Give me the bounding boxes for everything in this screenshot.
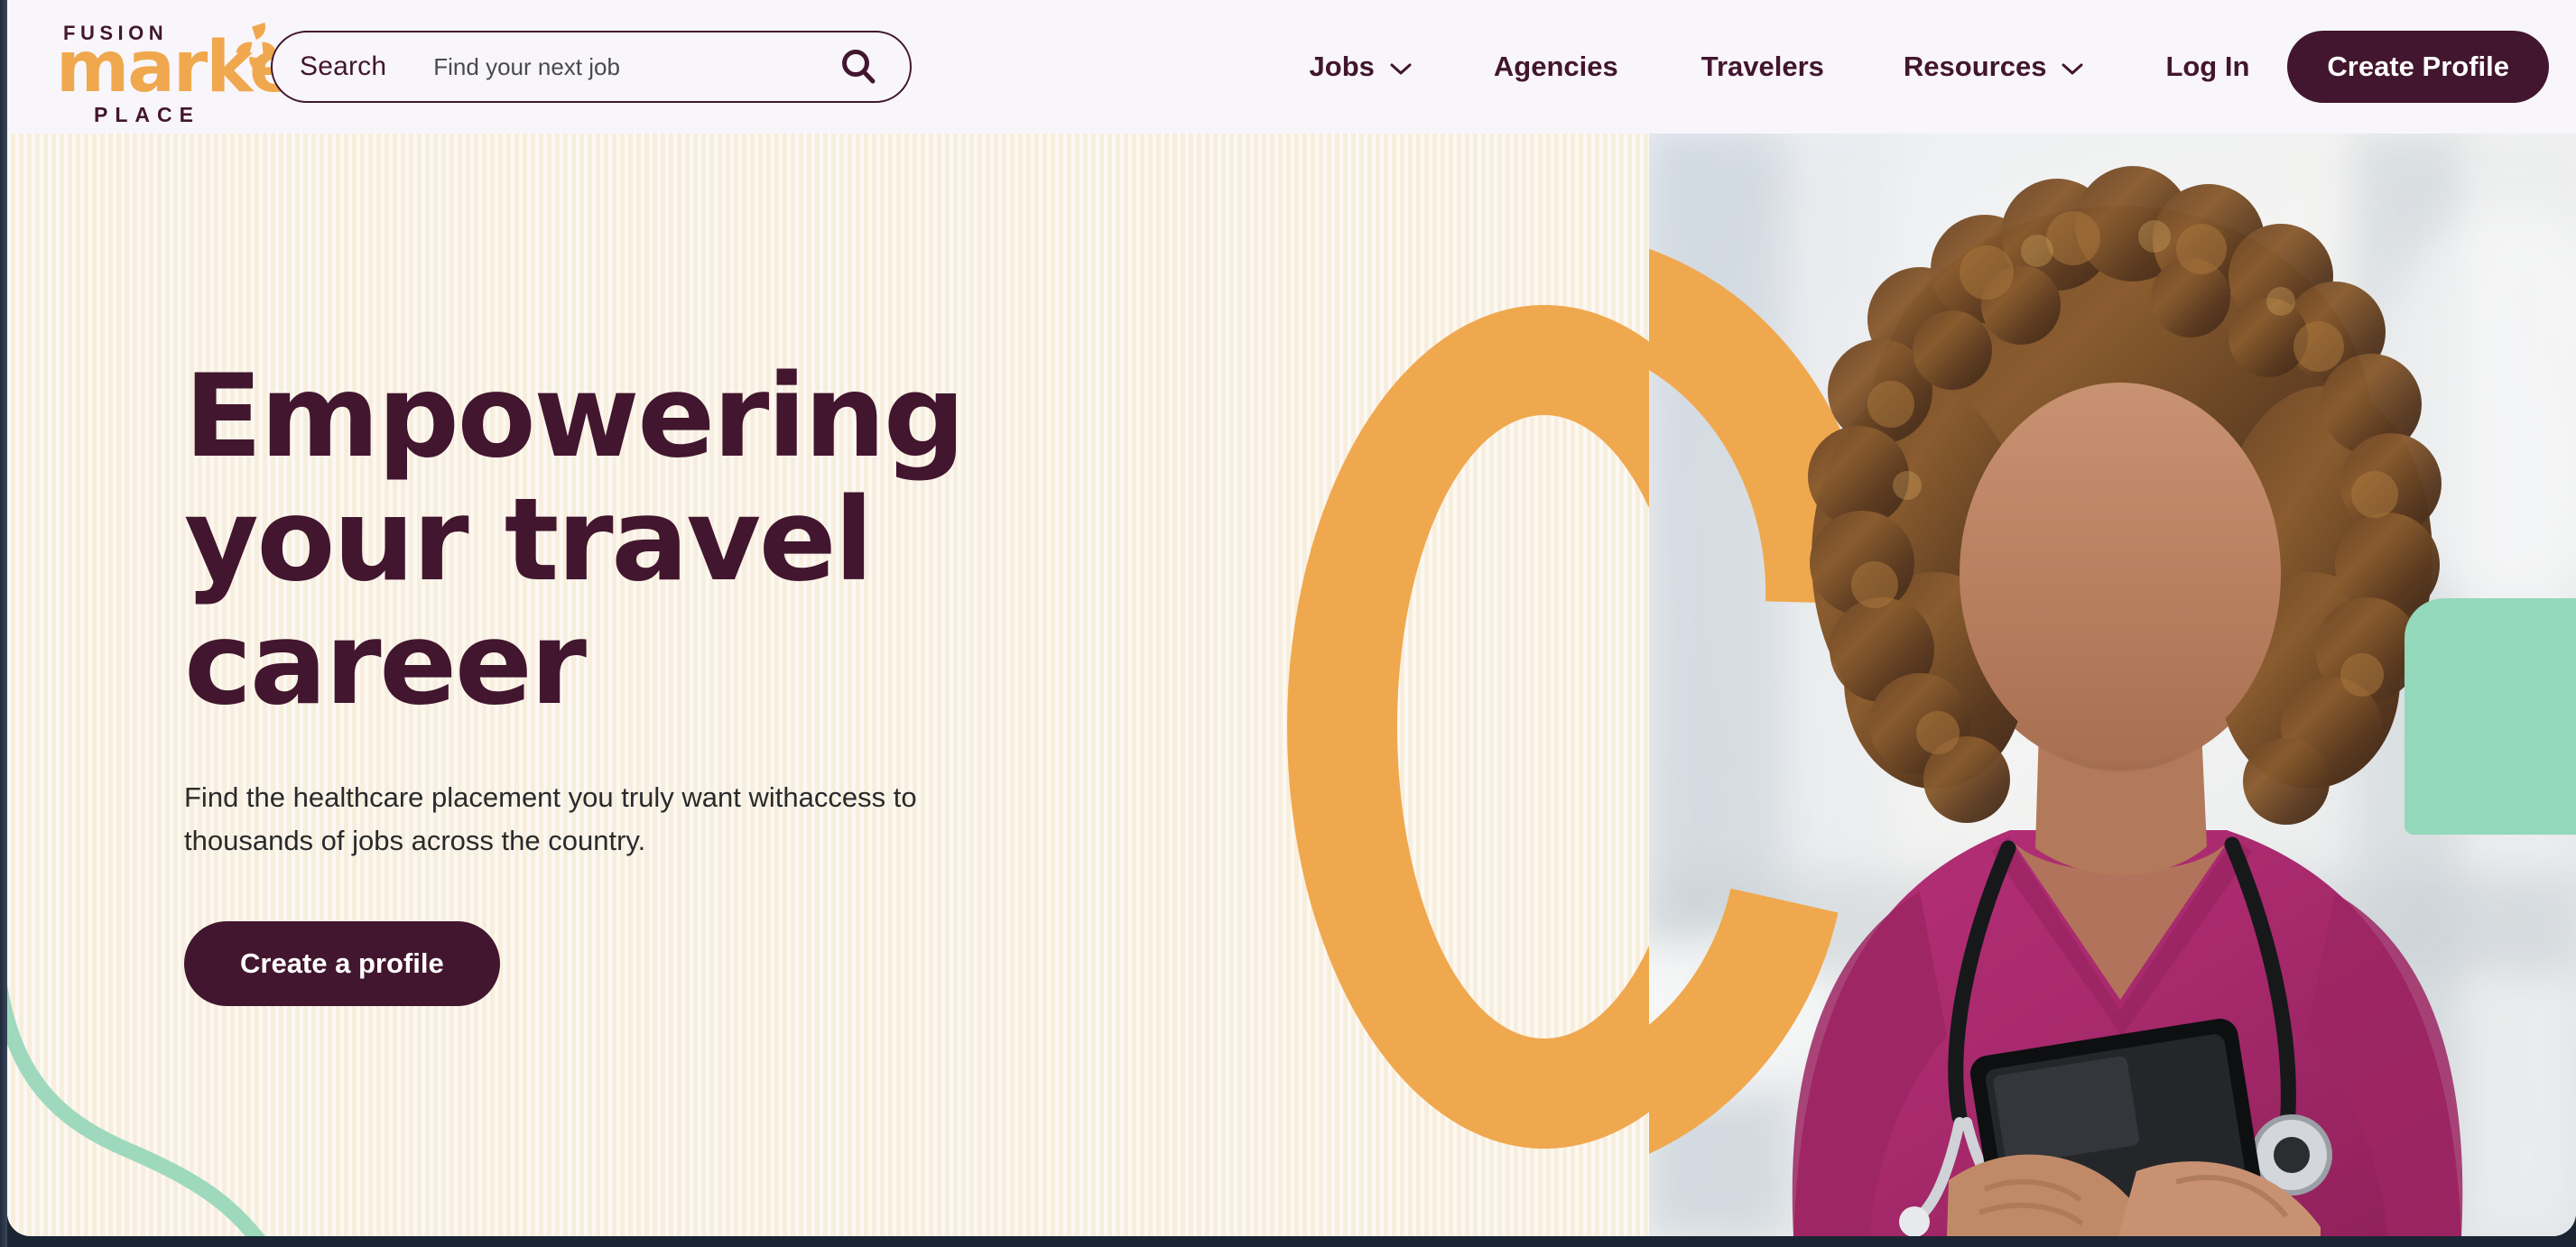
nav-item-jobs-label: Jobs <box>1309 51 1375 82</box>
search-bar[interactable]: Search <box>271 31 912 103</box>
search-icon[interactable] <box>838 46 879 88</box>
create-profile-button[interactable]: Create Profile <box>2287 31 2549 103</box>
hero-photo <box>1649 134 2576 1236</box>
search-label: Search <box>300 51 387 81</box>
nav-item-jobs[interactable]: Jobs <box>1310 51 1413 83</box>
hero-title-line-1: Empowering <box>184 349 966 483</box>
search-input[interactable] <box>433 52 829 81</box>
main-nav: Jobs Agencies Travelers Resources Log In… <box>912 31 2576 103</box>
page-surface: FUSION market PLACE Search Find your nex… <box>7 0 2576 1236</box>
nav-item-travelers[interactable]: Travelers <box>1701 51 1824 83</box>
nav-item-resources[interactable]: Resources <box>1904 51 2085 83</box>
nav-item-log-in-label: Log In <box>2165 51 2250 82</box>
hero-title-line-2: your travel <box>184 473 874 607</box>
nav-item-agencies[interactable]: Agencies <box>1494 51 1618 83</box>
hero-copy: Empowering your travel career Find the h… <box>184 354 1177 1006</box>
site-header: FUSION market PLACE Search Find your nex… <box>7 0 2576 134</box>
page-title: Empowering your travel career <box>184 354 1177 725</box>
nav-item-log-in[interactable]: Log In <box>2165 51 2249 83</box>
hero-section: Empowering your travel career Find the h… <box>7 134 2576 1236</box>
teal-shape-decoration <box>2405 598 2576 835</box>
chevron-down-icon <box>1389 51 1413 83</box>
browser-window: FUSION market PLACE Search Find your nex… <box>0 0 2576 1247</box>
brand-logo[interactable]: FUSION market PLACE <box>29 13 329 126</box>
nav-item-agencies-label: Agencies <box>1493 51 1618 82</box>
nav-item-travelers-label: Travelers <box>1700 51 1824 82</box>
logo-place-text: PLACE <box>94 103 200 126</box>
nav-item-resources-label: Resources <box>1903 51 2047 82</box>
chevron-down-icon <box>2061 51 2084 83</box>
create-a-profile-button[interactable]: Create a profile <box>184 920 500 1006</box>
hero-title-line-3: career <box>184 596 587 731</box>
browser-window-edge <box>0 0 7 1247</box>
hero-subtitle: Find the healthcare placement you truly … <box>184 781 917 856</box>
